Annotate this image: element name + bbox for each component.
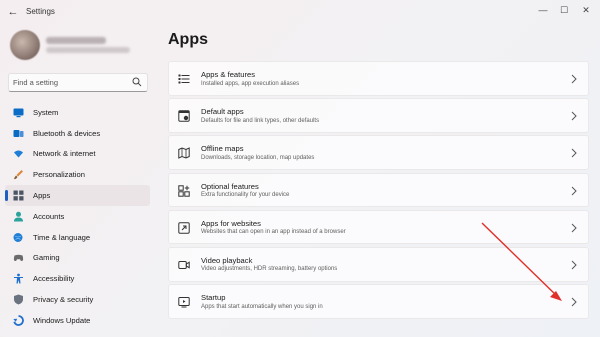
- sidebar-item-apps[interactable]: Apps: [5, 185, 150, 206]
- card-title: Video playback: [201, 255, 253, 265]
- maximize-button[interactable]: ☐: [555, 3, 573, 17]
- sidebar-item-windows-update[interactable]: Windows Update: [5, 310, 150, 331]
- account-icon: [14, 211, 23, 222]
- chevron-right-icon: [571, 111, 577, 121]
- sidebar-item-bluetooth[interactable]: Bluetooth & devices: [5, 123, 150, 144]
- apps-settings-list: Apps & features Installed apps, app exec…: [168, 61, 589, 321]
- title-bar: ← Settings — ☐ ✕: [0, 0, 600, 24]
- sidebar-item-label: Time & language: [33, 232, 91, 242]
- profile-email-blurred: [46, 47, 130, 53]
- update-icon: [13, 314, 24, 326]
- sidebar-item-network[interactable]: Network & internet: [5, 144, 150, 165]
- sidebar-item-label: Personalization: [33, 170, 85, 180]
- card-default-apps[interactable]: Default apps Defaults for file and link …: [168, 98, 589, 133]
- settings-window: ← Settings — ☐ ✕ System: [0, 0, 600, 337]
- sidebar-item-label: Windows Update: [33, 315, 91, 325]
- card-title: Offline maps: [201, 144, 244, 154]
- apps-websites-icon: [178, 222, 190, 234]
- sidebar-item-gaming[interactable]: Gaming: [5, 248, 150, 269]
- bluetooth-icon: [13, 129, 24, 137]
- card-description: Extra functionality for your device: [201, 192, 290, 199]
- profile-name-blurred: [46, 37, 106, 44]
- gamepad-icon: [13, 255, 24, 262]
- brush-icon: [14, 170, 23, 180]
- offline-maps-icon: [178, 147, 190, 160]
- sidebar-item-label: Accounts: [33, 211, 65, 221]
- sidebar-item-accessibility[interactable]: Accessibility: [5, 268, 150, 289]
- app-title: Settings: [26, 7, 55, 16]
- page-title: Apps: [168, 31, 208, 48]
- card-description: Downloads, storage location, map updates: [201, 154, 315, 161]
- sidebar-item-label: Gaming: [33, 253, 60, 263]
- back-button[interactable]: ←: [6, 5, 20, 19]
- chevron-right-icon: [571, 223, 577, 233]
- card-description: Websites that can open in an app instead…: [201, 229, 346, 236]
- sidebar-item-label: Accessibility: [33, 274, 75, 284]
- card-title: Apps & features: [201, 70, 256, 79]
- card-title: Startup: [201, 293, 226, 303]
- sidebar-item-label: Privacy & security: [33, 295, 94, 305]
- system-icon: [13, 108, 24, 118]
- apps-features-icon: [178, 74, 190, 84]
- globe-clock-icon: [13, 232, 23, 242]
- card-apps-features[interactable]: Apps & features Installed apps, app exec…: [168, 61, 589, 96]
- sidebar-item-label: Network & internet: [33, 149, 96, 159]
- card-title: Apps for websites: [201, 218, 261, 228]
- accessibility-icon: [14, 273, 23, 284]
- card-title: Default apps: [201, 107, 244, 117]
- card-video-playback[interactable]: Video playback Video adjustments, HDR st…: [168, 246, 589, 282]
- card-optional-features[interactable]: Optional features Extra functionality fo…: [168, 172, 589, 208]
- card-description: Installed apps, app execution aliases: [201, 80, 300, 87]
- card-description: Video adjustments, HDR streaming, batter…: [201, 266, 338, 273]
- shield-icon: [14, 294, 23, 305]
- video-playback-icon: [178, 260, 190, 269]
- sidebar-item-time-language[interactable]: Time & language: [5, 227, 150, 248]
- chevron-right-icon: [571, 149, 577, 158]
- card-apps-for-websites[interactable]: Apps for websites Websites that can open…: [168, 209, 589, 245]
- sidebar-item-personalization[interactable]: Personalization: [5, 164, 150, 185]
- user-profile[interactable]: [10, 30, 150, 62]
- sidebar-nav: System Bluetooth & devices Network & int…: [5, 102, 150, 331]
- startup-icon: [178, 297, 190, 308]
- close-button[interactable]: ✕: [577, 3, 595, 17]
- optional-features-icon: [178, 184, 190, 197]
- avatar: [10, 30, 40, 60]
- chevron-right-icon: [571, 297, 577, 307]
- search-input[interactable]: [13, 75, 127, 90]
- search-icon: [132, 77, 142, 87]
- default-apps-icon: [178, 110, 190, 122]
- wifi-icon: [14, 150, 23, 158]
- sidebar-item-privacy-security[interactable]: Privacy & security: [5, 289, 150, 310]
- card-title: Optional features: [201, 181, 259, 191]
- sidebar-item-label: Bluetooth & devices: [33, 128, 101, 138]
- minimize-button[interactable]: —: [534, 3, 552, 17]
- sidebar-item-label: System: [33, 107, 59, 117]
- chevron-right-icon: [571, 186, 577, 195]
- apps-icon: [13, 190, 24, 201]
- sidebar-item-accounts[interactable]: Accounts: [5, 206, 150, 227]
- card-description: Defaults for file and link types, other …: [201, 117, 320, 124]
- card-description: Apps that start automatically when you s…: [201, 303, 323, 310]
- card-offline-maps[interactable]: Offline maps Downloads, storage location…: [168, 135, 589, 170]
- sidebar-item-label: Apps: [33, 191, 51, 201]
- sidebar-item-system[interactable]: System: [5, 102, 150, 123]
- chevron-right-icon: [571, 74, 577, 84]
- card-startup[interactable]: Startup Apps that start automatically wh…: [168, 284, 589, 319]
- search-box[interactable]: [8, 73, 148, 92]
- chevron-right-icon: [571, 260, 577, 270]
